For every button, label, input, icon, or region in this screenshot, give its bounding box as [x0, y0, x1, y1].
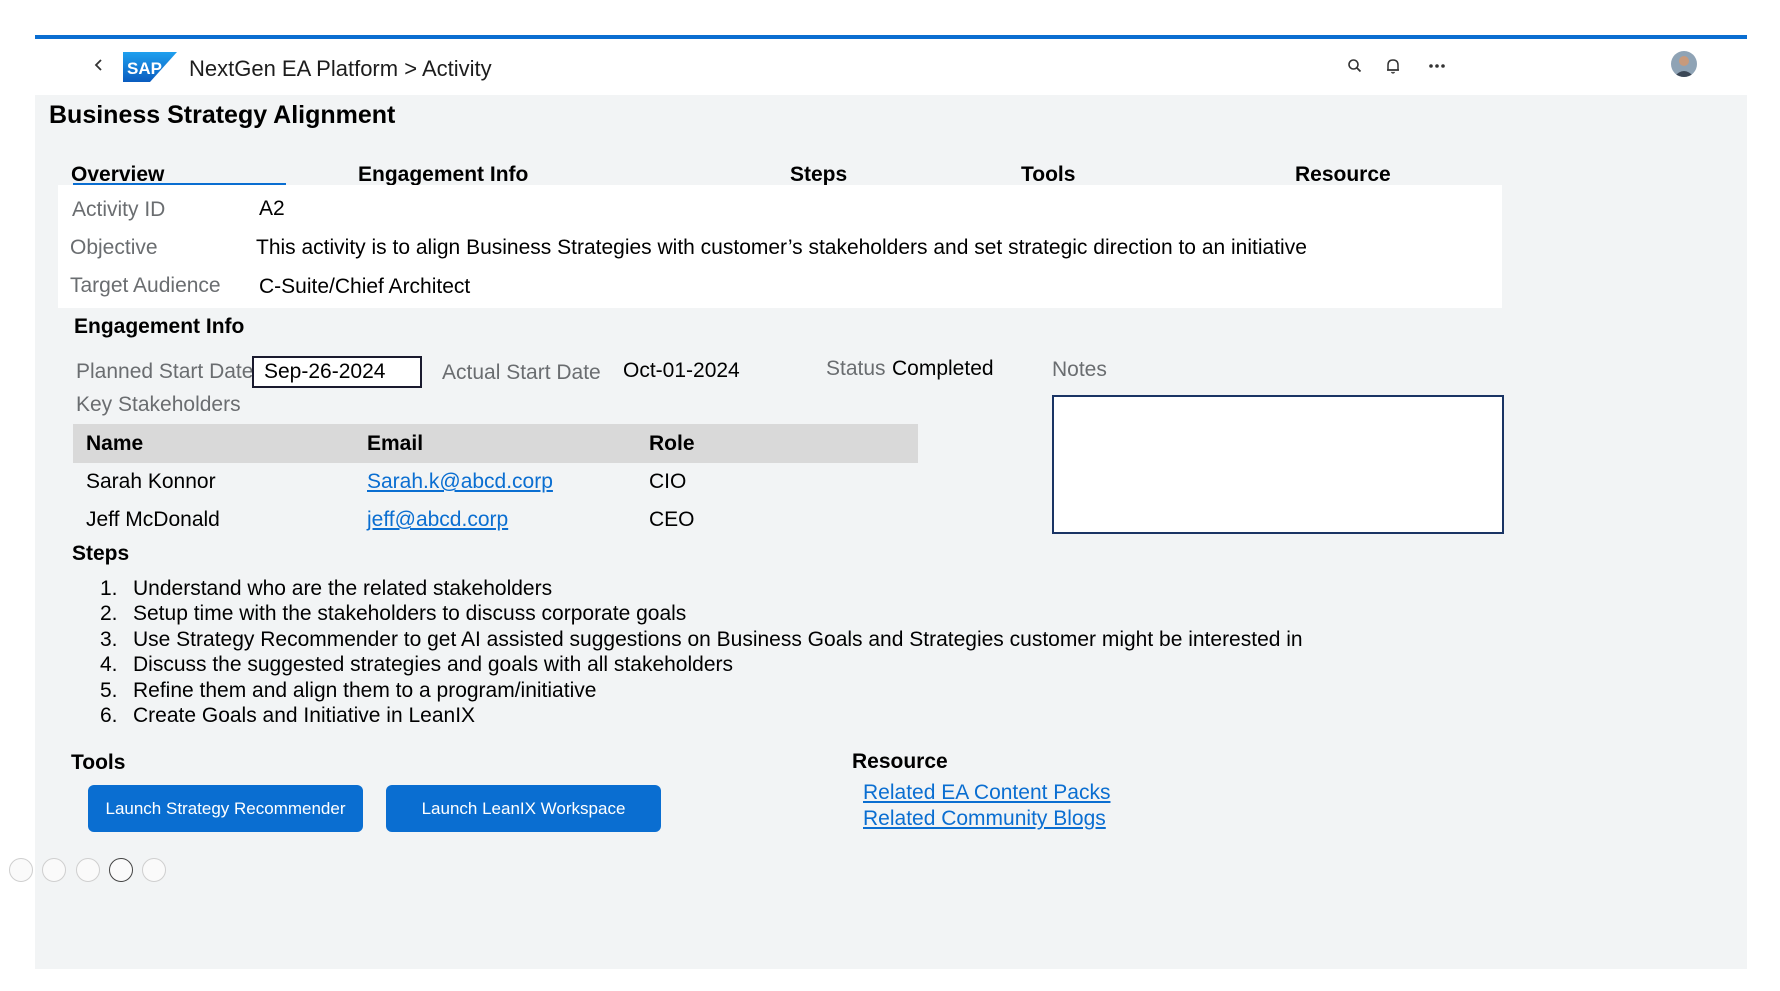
stakeholders-table-header [73, 424, 918, 463]
activity-id-value: A2 [259, 197, 285, 220]
image-icon[interactable] [9, 858, 33, 882]
step-number: 6. [100, 704, 118, 727]
tab-steps[interactable]: Steps [790, 163, 847, 187]
svg-text:SAP: SAP [127, 59, 162, 78]
app-title: NextGen EA Platform > Activity [189, 56, 492, 81]
related-community-blogs-link[interactable]: Related Community Blogs [863, 807, 1106, 831]
step-text: Refine them and align them to a program/… [133, 679, 597, 702]
steps-heading: Steps [72, 542, 130, 565]
launch-strategy-recommender-button[interactable]: Launch Strategy Recommender [88, 785, 363, 832]
actual-start-date-value: Oct-01-2024 [623, 359, 740, 382]
step-number: 1. [100, 577, 118, 600]
step-item: 6. Create Goals and Initiative in LeanIX [100, 704, 475, 728]
step-item: 2. Setup time with the stakeholders to di… [100, 602, 686, 626]
table-cell-name: Sarah Konnor [86, 470, 216, 493]
notes-box[interactable] [1052, 395, 1504, 534]
column-header-email: Email [367, 432, 424, 455]
step-number: 3. [100, 628, 118, 651]
sap-logo: SAP [123, 52, 177, 82]
related-ea-content-packs-link[interactable]: Related EA Content Packs [863, 781, 1110, 805]
step-number: 4. [100, 653, 118, 676]
column-header-role: Role [649, 432, 695, 455]
table-cell-email-link[interactable]: jeff@abcd.corp [367, 508, 508, 532]
planned-start-date-input[interactable] [252, 356, 422, 388]
step-number: 2. [100, 602, 118, 625]
tab-resource[interactable]: Resource [1295, 163, 1391, 187]
step-item: 1. Understand who are the related stakeho… [100, 577, 552, 601]
actual-start-date-label: Actual Start Date [442, 361, 601, 384]
search-icon[interactable] [1344, 55, 1366, 77]
planned-start-date-label: Planned Start Date [76, 360, 254, 383]
step-text: Create Goals and Initiative in LeanIX [133, 704, 476, 727]
table-cell-name: Jeff McDonald [86, 508, 220, 531]
key-stakeholders-label: Key Stakeholders [76, 393, 241, 416]
launch-leanix-workspace-button[interactable]: Launch LeanIX Workspace [386, 785, 661, 832]
step-text: Discuss the suggested strategies and goa… [133, 653, 733, 676]
more-icon[interactable] [1426, 55, 1448, 77]
step-item: 5. Refine them and align them to a progra… [100, 679, 596, 703]
step-text: Understand who are the related stakehold… [133, 577, 553, 600]
shell-bar: SAP NextGen EA Platform > Activity [35, 39, 1747, 95]
status-value: Completed [892, 357, 994, 380]
activity-id-label: Activity ID [72, 198, 166, 221]
step-item: 3. Use Strategy Recommender to get AI ass… [100, 628, 1303, 652]
step-number: 5. [100, 679, 118, 702]
step-text: Setup time with the stakeholders to disc… [133, 602, 687, 625]
objective-label: Objective [70, 236, 158, 259]
step-item: 4. Discuss the suggested strategies and g… [100, 653, 733, 677]
bell-icon[interactable] [1382, 55, 1404, 77]
tools-heading: Tools [71, 751, 126, 774]
objective-value: This activity is to align Business Strat… [256, 236, 1307, 259]
engagement-info-heading: Engagement Info [74, 315, 245, 338]
search-icon[interactable] [42, 858, 66, 882]
status-label: Status [826, 357, 886, 380]
table-cell-role: CIO [649, 470, 687, 493]
document-icon[interactable] [76, 858, 100, 882]
table-cell-role: CEO [649, 508, 695, 531]
target-audience-label: Target Audience [70, 274, 221, 297]
back-icon[interactable] [87, 53, 111, 77]
target-audience-value: C-Suite/Chief Architect [259, 275, 471, 298]
resource-heading: Resource [852, 750, 948, 773]
more-icon[interactable] [142, 858, 166, 882]
tab-engagement-info[interactable]: Engagement Info [358, 163, 528, 187]
notes-textarea[interactable] [1054, 397, 1502, 532]
notes-label: Notes [1052, 358, 1107, 381]
step-text: Use Strategy Recommender to get AI assis… [133, 628, 1303, 651]
avatar[interactable] [1671, 51, 1697, 77]
video-icon[interactable] [109, 858, 133, 882]
planned-start-date-field[interactable] [254, 358, 420, 386]
column-header-name: Name [86, 432, 144, 455]
table-cell-email-link[interactable]: Sarah.k@abcd.corp [367, 470, 553, 494]
tab-tools[interactable]: Tools [1021, 163, 1075, 187]
page-title: Business Strategy Alignment [49, 101, 396, 129]
